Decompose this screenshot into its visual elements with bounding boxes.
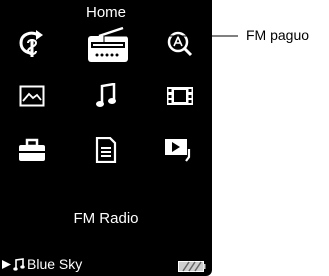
callout-label: FM paguo bbox=[246, 27, 310, 43]
play-icon bbox=[2, 260, 11, 269]
radio-icon bbox=[88, 26, 128, 62]
shuffle-icon bbox=[19, 30, 43, 57]
search-icon bbox=[167, 31, 193, 57]
search-menu-item[interactable] bbox=[154, 24, 206, 64]
screen-title: Home bbox=[85, 4, 126, 21]
status-bar: Blue Sky bbox=[0, 254, 212, 276]
music-note-icon bbox=[96, 83, 116, 107]
video-menu-item[interactable] bbox=[154, 76, 206, 116]
now-playing-title: Blue Sky bbox=[27, 256, 83, 272]
settings-toolbox-icon bbox=[19, 138, 45, 161]
document-menu-item[interactable] bbox=[80, 130, 132, 170]
music-note-icon bbox=[13, 258, 25, 271]
video-icon bbox=[167, 87, 193, 105]
selected-item-label: FM Radio bbox=[73, 210, 139, 227]
photo-menu-item[interactable] bbox=[6, 76, 58, 116]
shuffle-menu-item[interactable] bbox=[6, 24, 58, 64]
slideshow-menu-item[interactable] bbox=[154, 130, 206, 170]
settings-menu-item[interactable] bbox=[6, 130, 58, 170]
slideshow-icon bbox=[165, 139, 191, 162]
music-menu-item[interactable] bbox=[80, 76, 132, 116]
battery-icon bbox=[178, 261, 206, 272]
document-icon bbox=[95, 137, 117, 163]
photo-icon bbox=[19, 85, 45, 107]
fm-radio-menu-item[interactable] bbox=[80, 24, 136, 68]
device-screen: Home FM Radio Blue Sky bbox=[0, 0, 212, 276]
